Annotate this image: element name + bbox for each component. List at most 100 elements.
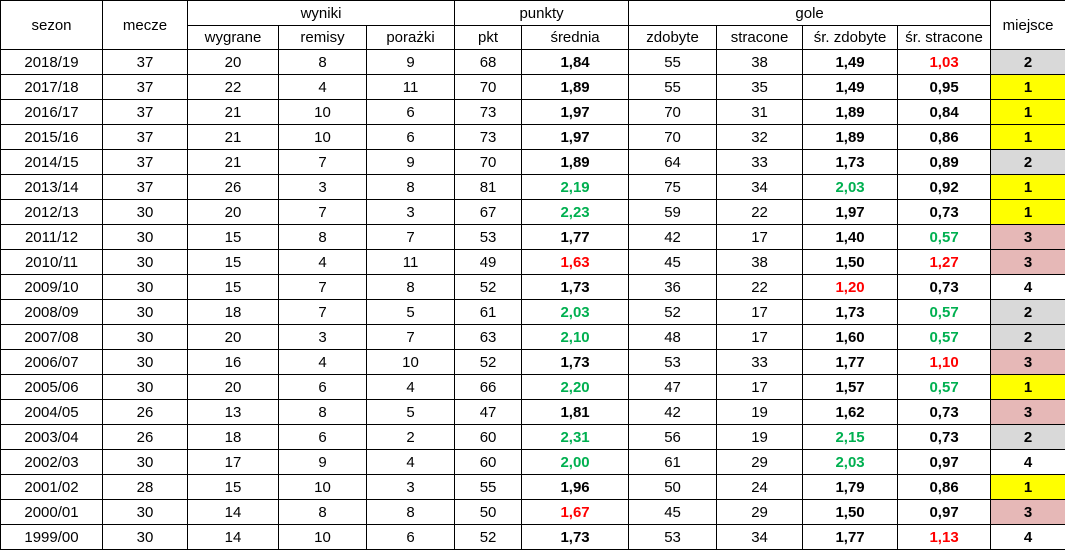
cell-srednia: 1,97 (521, 99, 630, 125)
cell-sezon: 2005/06 (0, 374, 103, 400)
cell-zdobyte: 55 (628, 74, 718, 100)
cell-sr-stracone: 0,95 (897, 74, 992, 100)
header-sr-stracone: śr. stracone (897, 25, 992, 50)
cell-wygrane: 14 (187, 524, 279, 550)
cell-sr-stracone: 1,03 (897, 49, 992, 75)
cell-srednia: 1,67 (521, 499, 630, 525)
cell-mecze: 37 (102, 99, 188, 125)
cell-zdobyte: 53 (628, 349, 718, 375)
cell-remisy: 10 (278, 124, 367, 150)
cell-remisy: 8 (278, 224, 367, 250)
cell-pkt: 52 (454, 349, 523, 375)
cell-sr-zdobyte: 1,89 (802, 99, 899, 125)
cell-sezon: 2002/03 (0, 449, 103, 475)
header-gole: gole (628, 0, 992, 26)
cell-porazki: 9 (365, 49, 456, 75)
cell-porazki: 2 (365, 424, 456, 450)
cell-pkt: 52 (454, 274, 523, 300)
cell-remisy: 7 (278, 274, 367, 300)
cell-porazki: 8 (365, 274, 456, 300)
cell-srednia: 1,73 (521, 274, 630, 300)
cell-stracone: 29 (716, 449, 804, 475)
cell-wygrane: 18 (187, 424, 279, 450)
cell-mecze: 30 (102, 349, 188, 375)
cell-stracone: 22 (716, 199, 804, 225)
cell-zdobyte: 42 (628, 399, 718, 425)
cell-remisy: 3 (278, 324, 367, 350)
header-mecze: mecze (102, 0, 188, 50)
table-row: 2004/05 26 13 8 5 47 1,81 42 19 1,62 0,73 3 (0, 399, 1065, 425)
cell-miejsce: 3 (990, 349, 1065, 375)
cell-stracone: 17 (716, 374, 804, 400)
table-row: 2014/15 37 21 7 9 70 1,89 64 33 1,73 0,89 2 (0, 149, 1065, 175)
cell-zdobyte: 47 (628, 374, 718, 400)
cell-sr-zdobyte: 1,57 (802, 374, 899, 400)
table-row: 2002/03 30 17 9 4 60 2,00 61 29 2,03 0,97 4 (0, 449, 1065, 475)
cell-sezon: 2003/04 (0, 424, 103, 450)
table-row: 2013/14 37 26 3 8 81 2,19 75 34 2,03 0,92 1 (0, 174, 1065, 200)
cell-sr-stracone: 0,86 (897, 124, 992, 150)
cell-porazki: 7 (365, 224, 456, 250)
cell-srednia: 2,23 (521, 199, 630, 225)
cell-sr-zdobyte: 1,79 (802, 474, 899, 500)
cell-sr-zdobyte: 1,60 (802, 324, 899, 350)
cell-sr-stracone: 0,73 (897, 274, 992, 300)
cell-miejsce: 2 (990, 49, 1065, 75)
cell-miejsce: 4 (990, 524, 1065, 550)
cell-sezon: 2017/18 (0, 74, 103, 100)
cell-wygrane: 20 (187, 49, 279, 75)
cell-pkt: 73 (454, 99, 523, 125)
cell-stracone: 34 (716, 524, 804, 550)
table-row: 2005/06 30 20 6 4 66 2,20 47 17 1,57 0,57 1 (0, 374, 1065, 400)
cell-sr-stracone: 0,73 (897, 399, 992, 425)
cell-mecze: 30 (102, 199, 188, 225)
cell-remisy: 8 (278, 49, 367, 75)
cell-mecze: 37 (102, 174, 188, 200)
cell-sezon: 2001/02 (0, 474, 103, 500)
table-row: 2015/16 37 21 10 6 73 1,97 70 32 1,89 0,86 1 (0, 124, 1065, 150)
cell-sr-zdobyte: 1,97 (802, 199, 899, 225)
cell-srednia: 1,89 (521, 149, 630, 175)
cell-sr-stracone: 0,57 (897, 374, 992, 400)
cell-miejsce: 3 (990, 224, 1065, 250)
cell-pkt: 70 (454, 149, 523, 175)
cell-sr-zdobyte: 2,15 (802, 424, 899, 450)
cell-mecze: 30 (102, 224, 188, 250)
cell-wygrane: 21 (187, 99, 279, 125)
cell-srednia: 1,89 (521, 74, 630, 100)
header-pkt: pkt (454, 25, 523, 50)
table-row: 2008/09 30 18 7 5 61 2,03 52 17 1,73 0,57 2 (0, 299, 1065, 325)
cell-stracone: 29 (716, 499, 804, 525)
cell-zdobyte: 75 (628, 174, 718, 200)
cell-srednia: 1,77 (521, 224, 630, 250)
table-row: 2000/01 30 14 8 8 50 1,67 45 29 1,50 0,97 3 (0, 499, 1065, 525)
cell-srednia: 1,96 (521, 474, 630, 500)
cell-porazki: 6 (365, 124, 456, 150)
table-row: 2017/18 37 22 4 11 70 1,89 55 35 1,49 0,95 1 (0, 74, 1065, 100)
cell-stracone: 38 (716, 249, 804, 275)
cell-remisy: 6 (278, 424, 367, 450)
cell-sr-stracone: 0,73 (897, 199, 992, 225)
cell-sr-zdobyte: 1,73 (802, 149, 899, 175)
cell-stracone: 17 (716, 324, 804, 350)
cell-remisy: 4 (278, 349, 367, 375)
cell-pkt: 52 (454, 524, 523, 550)
cell-miejsce: 2 (990, 149, 1065, 175)
table-row: 2006/07 30 16 4 10 52 1,73 53 33 1,77 1,10 3 (0, 349, 1065, 375)
cell-sezon: 2007/08 (0, 324, 103, 350)
header-stracone: stracone (716, 25, 804, 50)
cell-srednia: 1,97 (521, 124, 630, 150)
cell-miejsce: 2 (990, 299, 1065, 325)
cell-porazki: 5 (365, 299, 456, 325)
cell-srednia: 1,84 (521, 49, 630, 75)
cell-sr-stracone: 0,89 (897, 149, 992, 175)
cell-porazki: 6 (365, 524, 456, 550)
cell-sezon: 2008/09 (0, 299, 103, 325)
cell-pkt: 73 (454, 124, 523, 150)
cell-sezon: 2004/05 (0, 399, 103, 425)
cell-mecze: 30 (102, 374, 188, 400)
cell-zdobyte: 48 (628, 324, 718, 350)
cell-sezon: 2018/19 (0, 49, 103, 75)
cell-porazki: 4 (365, 449, 456, 475)
cell-sr-stracone: 1,10 (897, 349, 992, 375)
